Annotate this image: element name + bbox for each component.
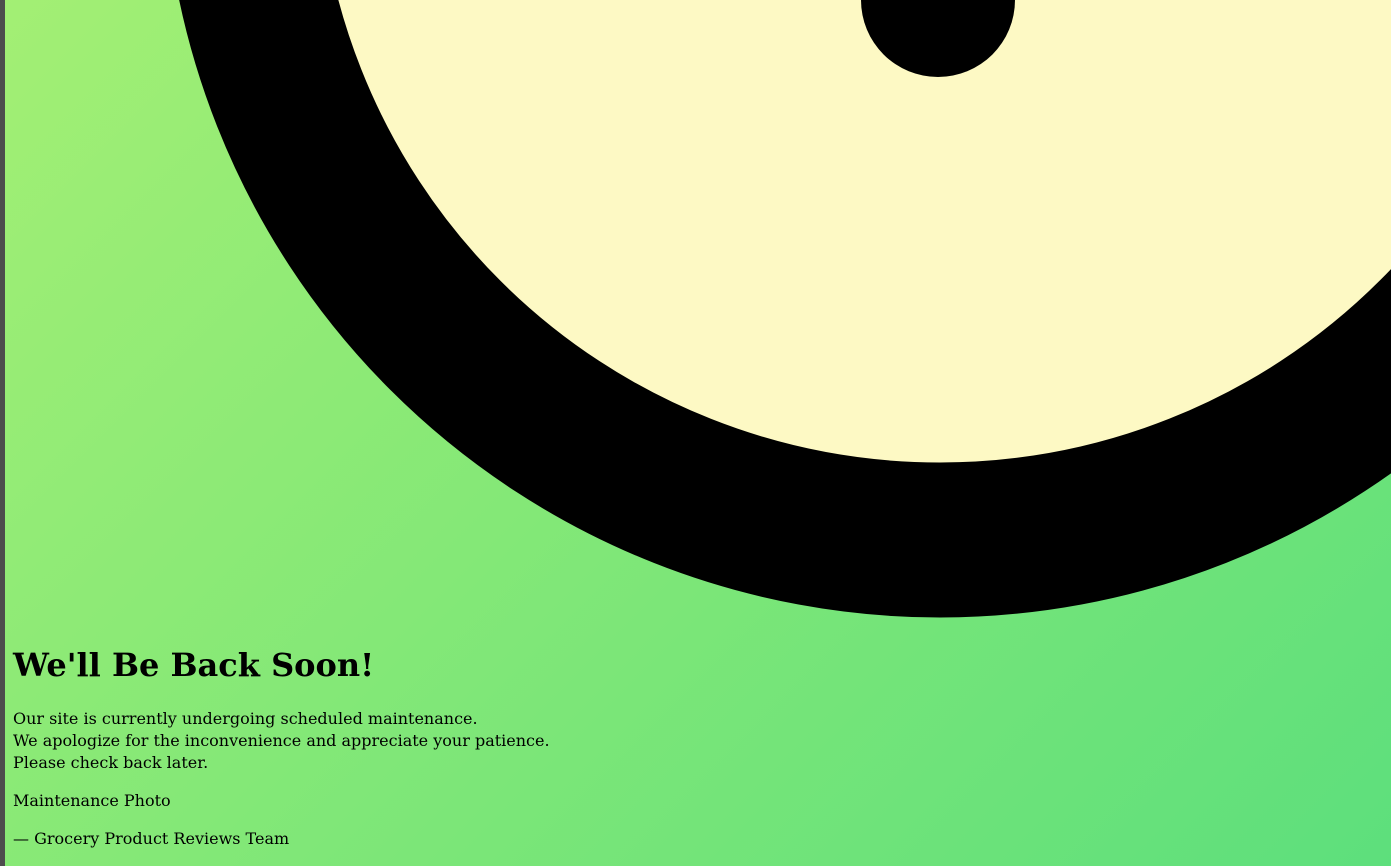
message-line: Please check back later. [13, 753, 209, 772]
maintenance-content: We'll Be Back Soon! Our site is currentl… [13, 640, 913, 850]
message-line: Our site is currently undergoing schedul… [13, 709, 478, 728]
message-line: We apologize for the inconvenience and a… [13, 731, 550, 750]
maintenance-message: Our site is currently undergoing schedul… [13, 708, 913, 774]
page-title: We'll Be Back Soon! [13, 646, 375, 684]
face-circle [179, 0, 1391, 618]
maintenance-illustration-icon [179, 0, 1391, 618]
team-signature: — Grocery Product Reviews Team [13, 829, 290, 848]
maintenance-photo-alt-text: Maintenance Photo [13, 791, 171, 810]
